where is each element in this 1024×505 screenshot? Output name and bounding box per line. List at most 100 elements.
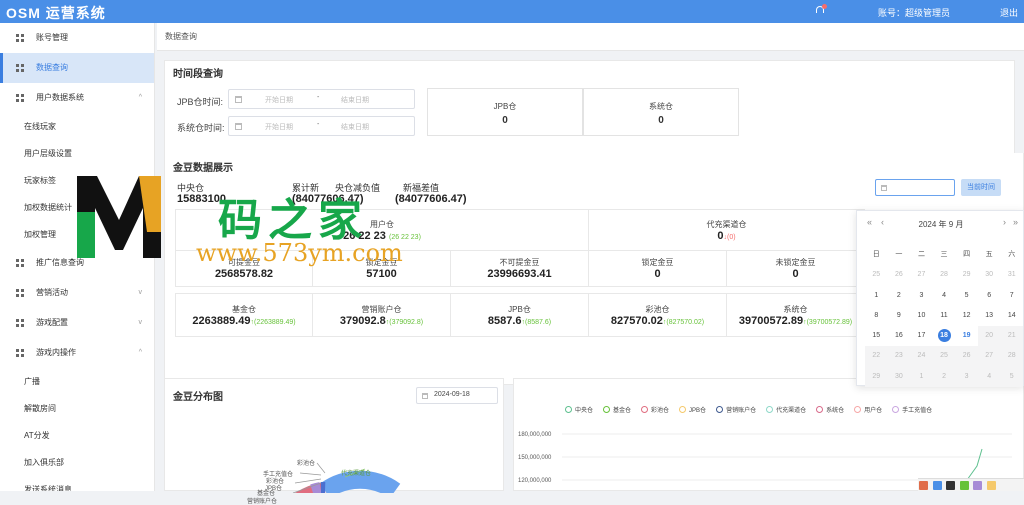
distribution-date-input[interactable]: 2024-09-18 [416, 387, 498, 404]
calendar-day[interactable]: 13 [978, 306, 1001, 326]
calendar-day[interactable]: 31 [1000, 265, 1023, 285]
sidebar-item-user-data[interactable]: 用户数据系统 ^ [0, 83, 154, 113]
agent-warehouse-cell: 代充渠道仓 0↓(0) [589, 209, 865, 251]
calendar-day[interactable]: 5 [1000, 367, 1023, 387]
calendar-day[interactable]: 1 [865, 286, 888, 306]
next-month-icon[interactable]: › [1003, 217, 1006, 227]
distribution-donut [225, 413, 425, 493]
tray-icon[interactable] [946, 481, 955, 490]
system-date-range[interactable]: 开始日期 - 结束日期 [228, 116, 415, 136]
sidebar-item-label: 用户数据系统 [36, 93, 84, 102]
calendar-day[interactable]: 2 [933, 367, 956, 387]
tray-icon[interactable] [987, 481, 996, 490]
tray-icon[interactable] [933, 481, 942, 490]
calendar-day[interactable]: 26 [888, 265, 911, 285]
jpb-date-range[interactable]: 开始日期 - 结束日期 [228, 89, 415, 109]
cell-value: 39700572.89↑(39700572.89) [727, 315, 864, 327]
calendar-day[interactable]: 21 [1000, 326, 1023, 346]
calendar-icon [881, 185, 887, 191]
calendar-icon [235, 96, 242, 103]
calendar-day[interactable]: 22 [865, 346, 888, 366]
sidebar-item-dissolve-room[interactable]: 解散房间 [0, 395, 154, 422]
label-leader [300, 473, 321, 475]
calendar-day[interactable]: 25 [865, 265, 888, 285]
date-picker-input[interactable] [875, 179, 955, 196]
range-separator: - [317, 121, 319, 128]
sidebar-item-marketing[interactable]: 营销活动 v [0, 278, 154, 308]
calendar-day[interactable]: 17 [910, 326, 933, 346]
weekday-label: 二 [910, 245, 933, 265]
tray-icon[interactable] [973, 481, 982, 490]
sidebar-item-in-game-ops[interactable]: 游戏内操作 ^ [0, 338, 154, 368]
jackpot-cell: 彩池仓 827570.02↑(827570.02) [589, 293, 727, 337]
tray-icon[interactable] [960, 481, 969, 490]
sidebar-item-user-level[interactable]: 用户层级设置 [0, 140, 154, 167]
calendar-day[interactable]: 19 [955, 326, 978, 346]
bell-icon[interactable] [815, 5, 825, 15]
calendar-day[interactable]: 20 [978, 326, 1001, 346]
sidebar-item-data-query[interactable]: 数据查询 [0, 53, 154, 83]
logout-link[interactable]: 退出 [1000, 6, 1018, 19]
account-label[interactable]: 账号：超级管理员 [878, 6, 950, 19]
end-date-input[interactable]: 结束日期 [341, 95, 369, 105]
calendar-day[interactable]: 3 [910, 286, 933, 306]
label-leader [317, 463, 325, 473]
calendar-day[interactable]: 26 [955, 346, 978, 366]
app-title: OSM 运营系统 [6, 3, 106, 23]
calendar-day[interactable]: 29 [955, 265, 978, 285]
calendar-day[interactable]: 27 [910, 265, 933, 285]
calendar-day[interactable]: 28 [1000, 346, 1023, 366]
calendar-day[interactable]: 6 [978, 286, 1001, 306]
calendar-day[interactable]: 30 [888, 367, 911, 387]
calendar-day[interactable]: 25 [933, 346, 956, 366]
watermark-url: www.573ym.com [196, 239, 403, 267]
next-year-icon[interactable]: » [1013, 217, 1018, 227]
cell-value: 23996693.41 [451, 268, 588, 280]
end-date-input[interactable]: 结束日期 [341, 122, 369, 132]
start-date-input[interactable]: 开始日期 [265, 122, 293, 132]
calendar-day[interactable]: 2 [888, 286, 911, 306]
calendar-day[interactable]: 15 [865, 326, 888, 346]
calendar-day[interactable]: 24 [910, 346, 933, 366]
calendar-day[interactable]: 12 [955, 306, 978, 326]
calendar-day[interactable]: 29 [865, 367, 888, 387]
sidebar-item-at-distribute[interactable]: AT分发 [0, 422, 154, 449]
sidebar-item-label: 游戏配置 [36, 318, 68, 327]
calendar-day[interactable]: 23 [888, 346, 911, 366]
tray-icon[interactable] [919, 481, 928, 490]
sidebar-item-broadcast[interactable]: 广播 [0, 368, 154, 395]
calendar-day[interactable]: 3 [955, 367, 978, 387]
sidebar-item-account[interactable]: 账号管理 [0, 23, 154, 53]
cell-value: 0 [589, 268, 726, 280]
calendar-day[interactable]: 11 [933, 306, 956, 326]
calendar-day[interactable]: 28 [933, 265, 956, 285]
summary-value: (84077606.47) [395, 193, 467, 205]
sidebar-item-game-config[interactable]: 游戏配置 v [0, 308, 154, 338]
cell-value: 2263889.49↑(2263889.49) [176, 315, 312, 327]
sidebar-item-join-club[interactable]: 加入俱乐部 [0, 449, 154, 476]
sidebar-item-online-players[interactable]: 在线玩家 [0, 113, 154, 140]
calendar-day[interactable]: 30 [978, 265, 1001, 285]
start-date-input[interactable]: 开始日期 [265, 95, 293, 105]
calendar-day[interactable]: 10 [910, 306, 933, 326]
calendar-day[interactable]: 5 [955, 286, 978, 306]
calendar-day[interactable]: 8 [865, 306, 888, 326]
calendar-day[interactable]: 16 [888, 326, 911, 346]
calendar-day[interactable]: 27 [978, 346, 1001, 366]
grid-icon [16, 349, 24, 357]
calendar-day[interactable]: 14 [1000, 306, 1023, 326]
calendar-day[interactable]: 7 [1000, 286, 1023, 306]
calendar-day[interactable]: 9 [888, 306, 911, 326]
calendar-day[interactable]: 18 [933, 326, 956, 346]
calendar-icon [235, 123, 242, 130]
cell-label: 彩池仓 [589, 304, 726, 315]
grid-icon [16, 64, 24, 72]
current-time-button[interactable]: 当前时间 [961, 179, 1001, 196]
calendar-day[interactable]: 4 [978, 367, 1001, 387]
weekday-label: 日 [865, 245, 888, 265]
calendar-day[interactable]: 4 [933, 286, 956, 306]
cell-value: 0 [727, 268, 864, 280]
calendar-day[interactable]: 1 [910, 367, 933, 387]
sidebar-item-system-message[interactable]: 发送系统消息 [0, 476, 154, 491]
jpb-period-label: JPB仓 [428, 101, 582, 112]
